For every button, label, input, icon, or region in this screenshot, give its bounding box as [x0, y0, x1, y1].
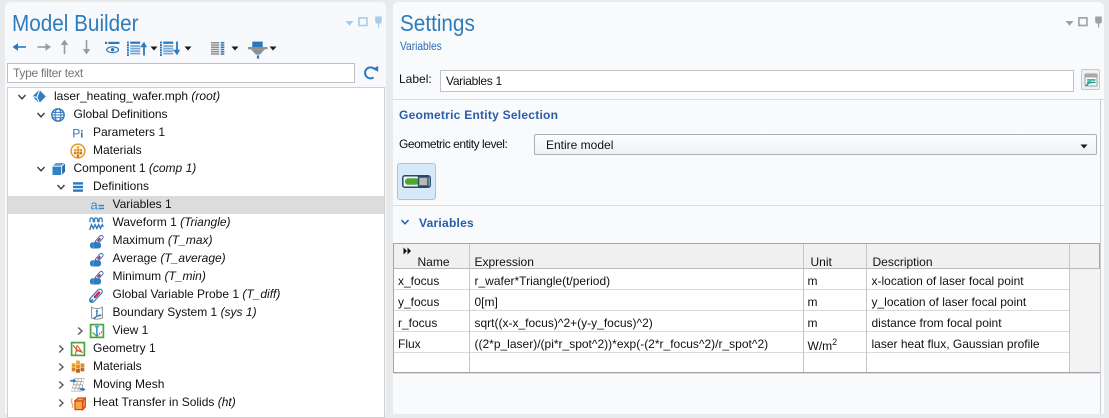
- svg-text:a: a: [91, 198, 99, 213]
- svg-text:P: P: [72, 126, 80, 140]
